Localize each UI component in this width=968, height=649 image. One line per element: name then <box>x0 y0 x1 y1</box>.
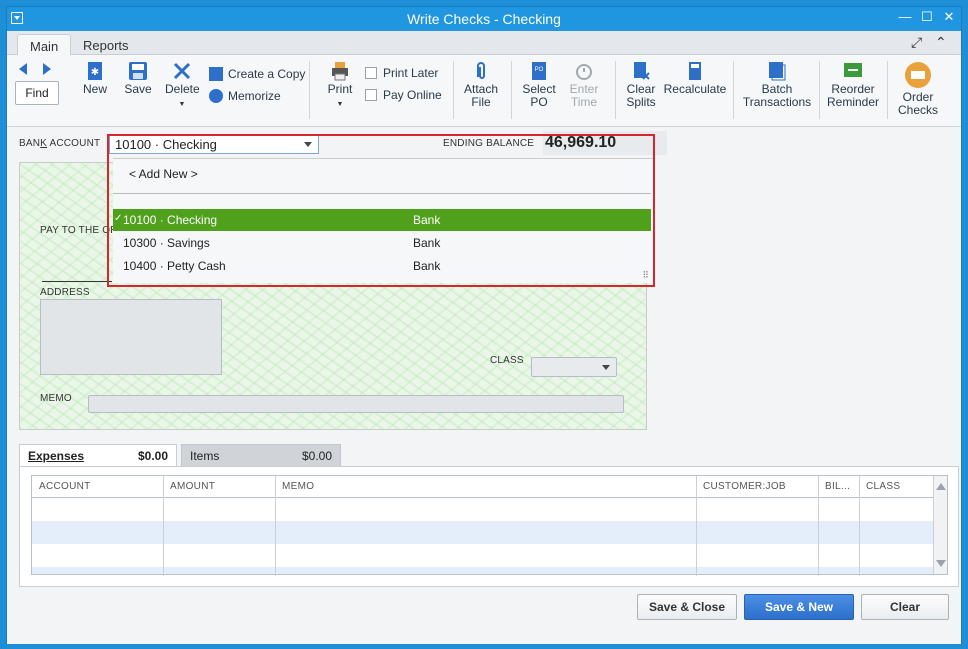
create-copy-button[interactable]: Create a Copy <box>209 67 305 81</box>
vertical-scrollbar[interactable] <box>933 476 947 574</box>
toolbar-divider <box>453 61 454 119</box>
save-new-button[interactable]: Save & New <box>744 594 854 620</box>
stopwatch-icon <box>576 64 592 80</box>
select-po-button[interactable]: PO Select PO <box>519 61 559 109</box>
maximize-icon[interactable]: ☐ <box>917 9 937 25</box>
close-icon[interactable]: ✕ <box>939 9 959 25</box>
scroll-down-icon[interactable] <box>936 560 946 572</box>
expenses-table[interactable]: ACCOUNT AMOUNT MEMO CUSTOMER:JOB BIL... … <box>31 475 948 576</box>
toolbar-divider <box>511 61 512 119</box>
tab-items[interactable]: Items $0.00 <box>181 444 341 466</box>
tab-main[interactable]: Main <box>17 34 72 55</box>
column-divider <box>696 476 697 576</box>
column-divider <box>163 476 164 576</box>
purchase-order-icon: PO <box>532 62 546 80</box>
table-row[interactable] <box>32 544 935 567</box>
reorder-reminder-button[interactable]: Reorder Reminder <box>825 61 881 109</box>
pay-to-line <box>42 281 112 282</box>
print-button[interactable]: Print ▼ <box>325 61 355 111</box>
pay-online-checkbox[interactable]: Pay Online <box>365 88 442 102</box>
order-checks-icon <box>905 62 931 88</box>
expand-icon[interactable]: ⤢ <box>911 34 922 51</box>
scroll-up-icon[interactable] <box>936 478 946 490</box>
address-field[interactable] <box>40 299 222 375</box>
table-row[interactable] <box>32 567 935 574</box>
paperclip-icon <box>477 62 485 79</box>
column-header-account[interactable]: ACCOUNT <box>39 481 91 492</box>
prev-next-icon[interactable] <box>17 61 57 77</box>
checkbox-icon <box>365 89 377 101</box>
delete-x-icon <box>173 62 191 80</box>
highlight-frame <box>107 134 655 287</box>
save-icon <box>129 62 147 80</box>
pay-to-label: PAY TO THE OR <box>40 225 118 236</box>
column-header-customer-job[interactable]: CUSTOMER:JOB <box>703 481 786 492</box>
class-select[interactable] <box>531 357 617 377</box>
copy-icon <box>209 67 223 81</box>
column-divider <box>275 476 276 576</box>
ribbon-tabs: Main Reports ⤢ ⌃ <box>7 31 961 55</box>
svg-text:PO: PO <box>535 67 544 73</box>
column-header-amount[interactable]: AMOUNT <box>170 481 215 492</box>
column-divider <box>859 476 860 576</box>
memo-field[interactable] <box>88 395 624 413</box>
column-header-billable[interactable]: BIL... <box>825 481 850 492</box>
memorize-icon <box>209 89 223 103</box>
checkbox-icon <box>365 67 377 79</box>
tab-expenses[interactable]: Expenses $0.00 <box>19 444 177 466</box>
find-button[interactable]: Find <box>15 81 59 105</box>
table-row[interactable] <box>32 498 935 521</box>
toolbar-divider <box>309 61 310 119</box>
table-row[interactable] <box>32 521 935 544</box>
table-header: ACCOUNT AMOUNT MEMO CUSTOMER:JOB BIL... … <box>32 476 935 498</box>
expenses-panel: ACCOUNT AMOUNT MEMO CUSTOMER:JOB BIL... … <box>19 466 959 587</box>
column-header-memo[interactable]: MEMO <box>282 481 314 492</box>
reorder-icon <box>844 63 862 77</box>
memorize-button[interactable]: Memorize <box>209 89 281 103</box>
print-later-checkbox[interactable]: Print Later <box>365 66 438 80</box>
enter-time-button[interactable]: Enter Time <box>565 61 603 109</box>
toolbar-divider <box>819 61 820 119</box>
recalculate-button[interactable]: Recalculate <box>663 61 727 96</box>
minimize-icon[interactable]: — <box>895 9 915 24</box>
clear-splits-icon <box>634 62 650 80</box>
calculator-icon <box>689 62 701 80</box>
collapse-ribbon-icon[interactable]: ⌃ <box>935 34 947 51</box>
check-form: BANK ACCOUNT 10100 · Checking ENDING BAL… <box>7 128 961 644</box>
delete-button[interactable]: Delete ▼ <box>165 61 200 111</box>
chevron-down-icon: ▼ <box>336 101 344 108</box>
new-document-icon: ✱ <box>88 62 102 80</box>
new-button[interactable]: ✱ New <box>81 61 109 96</box>
chevron-down-icon <box>602 365 610 374</box>
class-label: CLASS <box>490 355 524 366</box>
order-checks-button[interactable]: Order Checks <box>895 61 941 117</box>
attach-file-button[interactable]: Attach File <box>461 61 501 109</box>
clear-splits-button[interactable]: Clear Splits <box>623 61 659 109</box>
column-divider <box>818 476 819 576</box>
toolbar-divider <box>733 61 734 119</box>
toolbar-divider <box>887 61 888 119</box>
write-checks-window: Write Checks - Checking — ☐ ✕ Main Repor… <box>6 6 962 644</box>
toolbar: Find ✱ New Save Delete ▼ Create a Copy Me… <box>7 55 961 127</box>
svg-text:✱: ✱ <box>91 67 99 78</box>
batch-transactions-button[interactable]: Batch Transactions <box>741 61 813 109</box>
batch-icon <box>769 62 786 81</box>
bank-account-label: BANK ACCOUNT <box>19 138 101 149</box>
printer-icon <box>332 62 348 81</box>
title-bar: Write Checks - Checking — ☐ ✕ <box>7 7 961 31</box>
toolbar-divider <box>615 61 616 119</box>
tab-reports[interactable]: Reports <box>71 34 141 55</box>
chevron-down-icon: ▼ <box>178 101 186 108</box>
memo-label: MEMO <box>40 393 72 404</box>
save-close-button[interactable]: Save & Close <box>637 594 737 620</box>
clear-button[interactable]: Clear <box>861 594 949 620</box>
address-label: ADDRESS <box>40 287 90 298</box>
column-header-class[interactable]: CLASS <box>866 481 900 492</box>
save-button[interactable]: Save <box>123 61 153 96</box>
window-title: Write Checks - Checking <box>407 11 561 27</box>
